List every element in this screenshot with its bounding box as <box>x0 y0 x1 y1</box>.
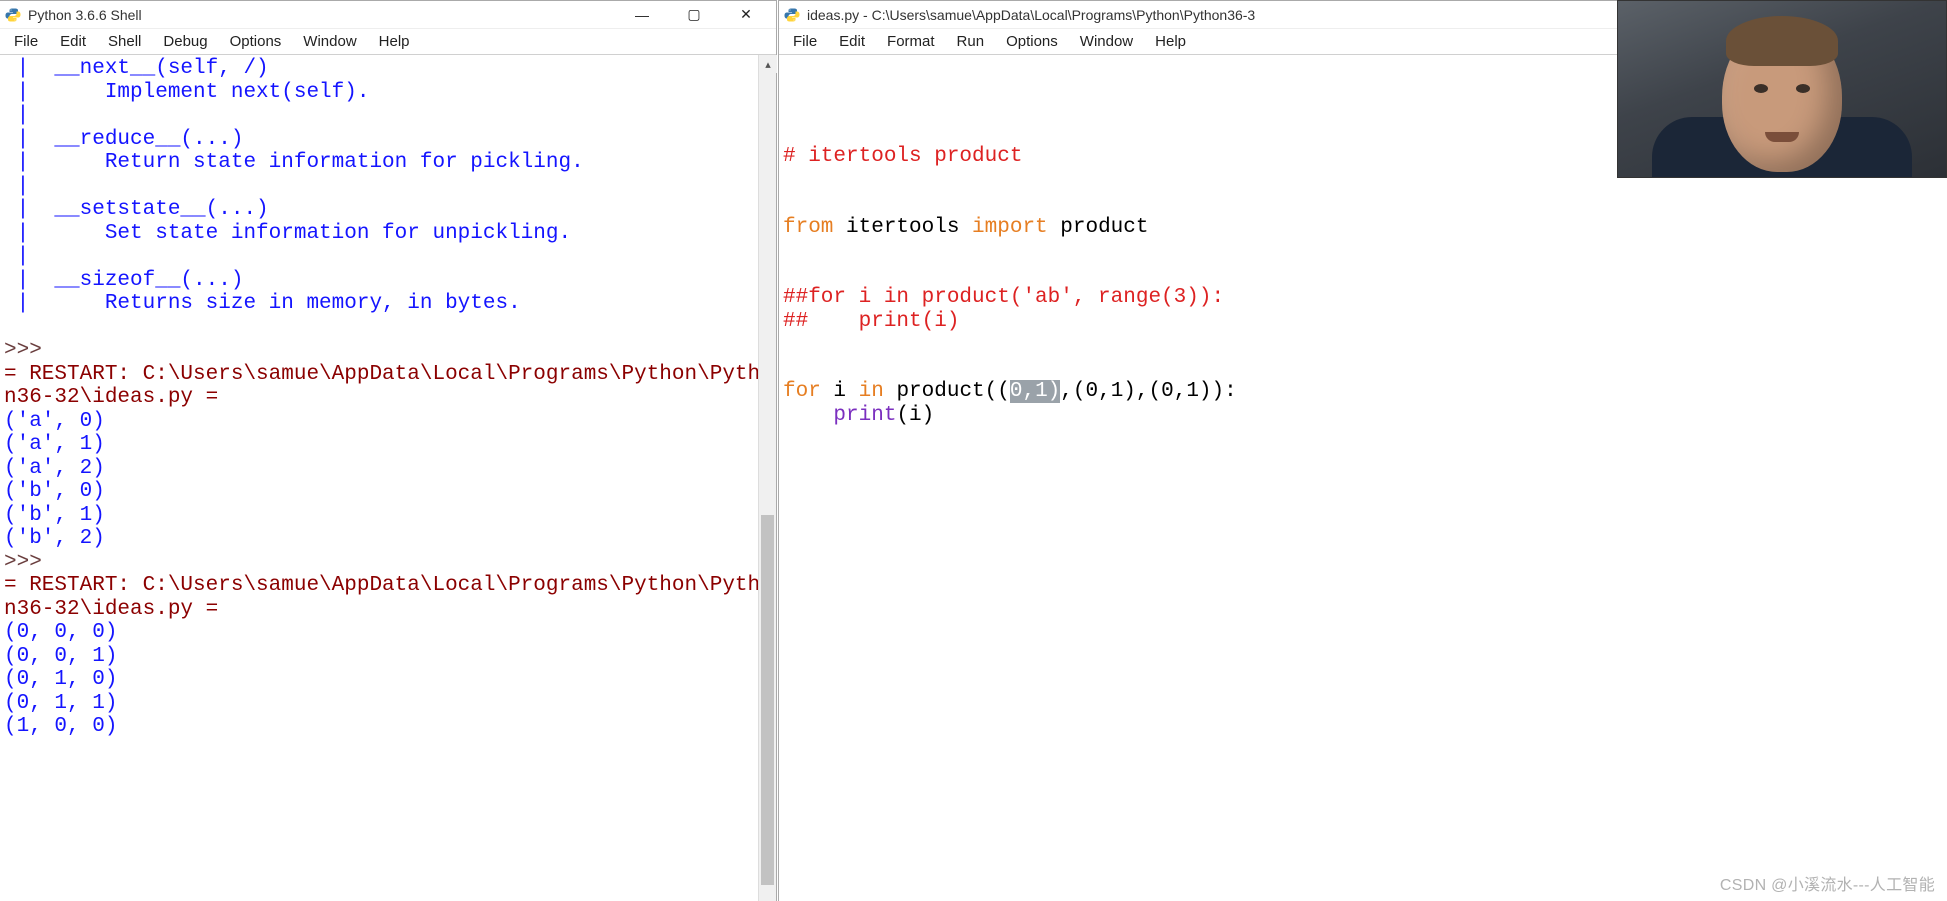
prompt: >>> <box>4 339 54 362</box>
output-line: (0, 1, 1) <box>4 692 117 715</box>
shell-output[interactable]: | __next__(self, /) | Implement next(sel… <box>0 55 776 901</box>
maximize-button[interactable]: ▢ <box>668 1 720 29</box>
output-line: ('b', 1) <box>4 504 105 527</box>
shell-menubar: File Edit Shell Debug Options Window Hel… <box>0 29 776 55</box>
selection: 0,1) <box>1010 380 1060 403</box>
keyword-in: in <box>859 380 884 403</box>
menu-window[interactable]: Window <box>293 31 366 52</box>
menu-format[interactable]: Format <box>877 31 945 52</box>
watermark: CSDN @小溪流水---人工智能 <box>1720 871 1935 895</box>
python-icon <box>4 6 22 24</box>
scroll-thumb[interactable] <box>761 515 774 885</box>
shell-titlebar[interactable]: Python 3.6.6 Shell ― ▢ ✕ <box>0 1 776 29</box>
output-line: ('b', 0) <box>4 480 105 503</box>
scroll-up-icon[interactable]: ▴ <box>759 55 777 73</box>
output-line: ('a', 1) <box>4 433 105 456</box>
menu-file[interactable]: File <box>783 31 827 52</box>
shell-title: Python 3.6.6 Shell <box>28 7 142 23</box>
editor-title: ideas.py - C:\Users\samue\AppData\Local\… <box>807 7 1255 23</box>
webcam-overlay <box>1617 0 1947 178</box>
shell-scrollbar[interactable]: ▴ <box>758 55 776 901</box>
output-line: ('a', 2) <box>4 457 105 480</box>
restart-line: n36-32\ideas.py = <box>4 386 218 409</box>
output-line: ('a', 0) <box>4 410 105 433</box>
help-text: | __next__(self, /) | Implement next(sel… <box>4 57 584 315</box>
editor-code[interactable]: # itertools product from itertools impor… <box>779 55 1947 901</box>
code-text: (i) <box>896 404 934 427</box>
person-hair <box>1726 16 1838 66</box>
output-line: (0, 0, 1) <box>4 645 117 668</box>
code-text: i <box>821 380 859 403</box>
menu-run[interactable]: Run <box>947 31 995 52</box>
menu-file[interactable]: File <box>4 31 48 52</box>
menu-window[interactable]: Window <box>1070 31 1143 52</box>
menu-options[interactable]: Options <box>996 31 1068 52</box>
code-text: ,(0,1),(0,1)): <box>1060 380 1236 403</box>
output-line: (1, 0, 0) <box>4 715 117 738</box>
menu-edit[interactable]: Edit <box>829 31 875 52</box>
comment-line: ## print(i) <box>783 310 959 333</box>
menu-shell[interactable]: Shell <box>98 31 151 52</box>
comment-line: # itertools product <box>783 145 1022 168</box>
comment-line: ##for i in product('ab', range(3)): <box>783 286 1224 309</box>
person-face <box>1722 22 1842 172</box>
minimize-button[interactable]: ― <box>616 1 668 29</box>
keyword-from: from <box>783 216 833 239</box>
code-text: product(( <box>884 380 1010 403</box>
prompt: >>> <box>4 551 54 574</box>
code-text: itertools <box>833 216 972 239</box>
indent <box>783 404 833 427</box>
output-line: ('b', 2) <box>4 527 105 550</box>
menu-edit[interactable]: Edit <box>50 31 96 52</box>
person-mouth <box>1765 132 1799 142</box>
restart-line: = RESTART: C:\Users\samue\AppData\Local\… <box>4 574 773 597</box>
keyword-import: import <box>972 216 1048 239</box>
window-controls: ― ▢ ✕ <box>616 1 772 29</box>
close-button[interactable]: ✕ <box>720 1 772 29</box>
code-text: product <box>1048 216 1149 239</box>
shell-window: Python 3.6.6 Shell ― ▢ ✕ File Edit Shell… <box>0 0 777 901</box>
restart-line: n36-32\ideas.py = <box>4 598 218 621</box>
output-line: (0, 0, 0) <box>4 621 117 644</box>
builtin-print: print <box>833 404 896 427</box>
menu-help[interactable]: Help <box>1145 31 1196 52</box>
keyword-for: for <box>783 380 821 403</box>
menu-debug[interactable]: Debug <box>153 31 217 52</box>
python-icon <box>783 6 801 24</box>
restart-line: = RESTART: C:\Users\samue\AppData\Local\… <box>4 363 773 386</box>
menu-help[interactable]: Help <box>369 31 420 52</box>
output-line: (0, 1, 0) <box>4 668 117 691</box>
menu-options[interactable]: Options <box>220 31 292 52</box>
